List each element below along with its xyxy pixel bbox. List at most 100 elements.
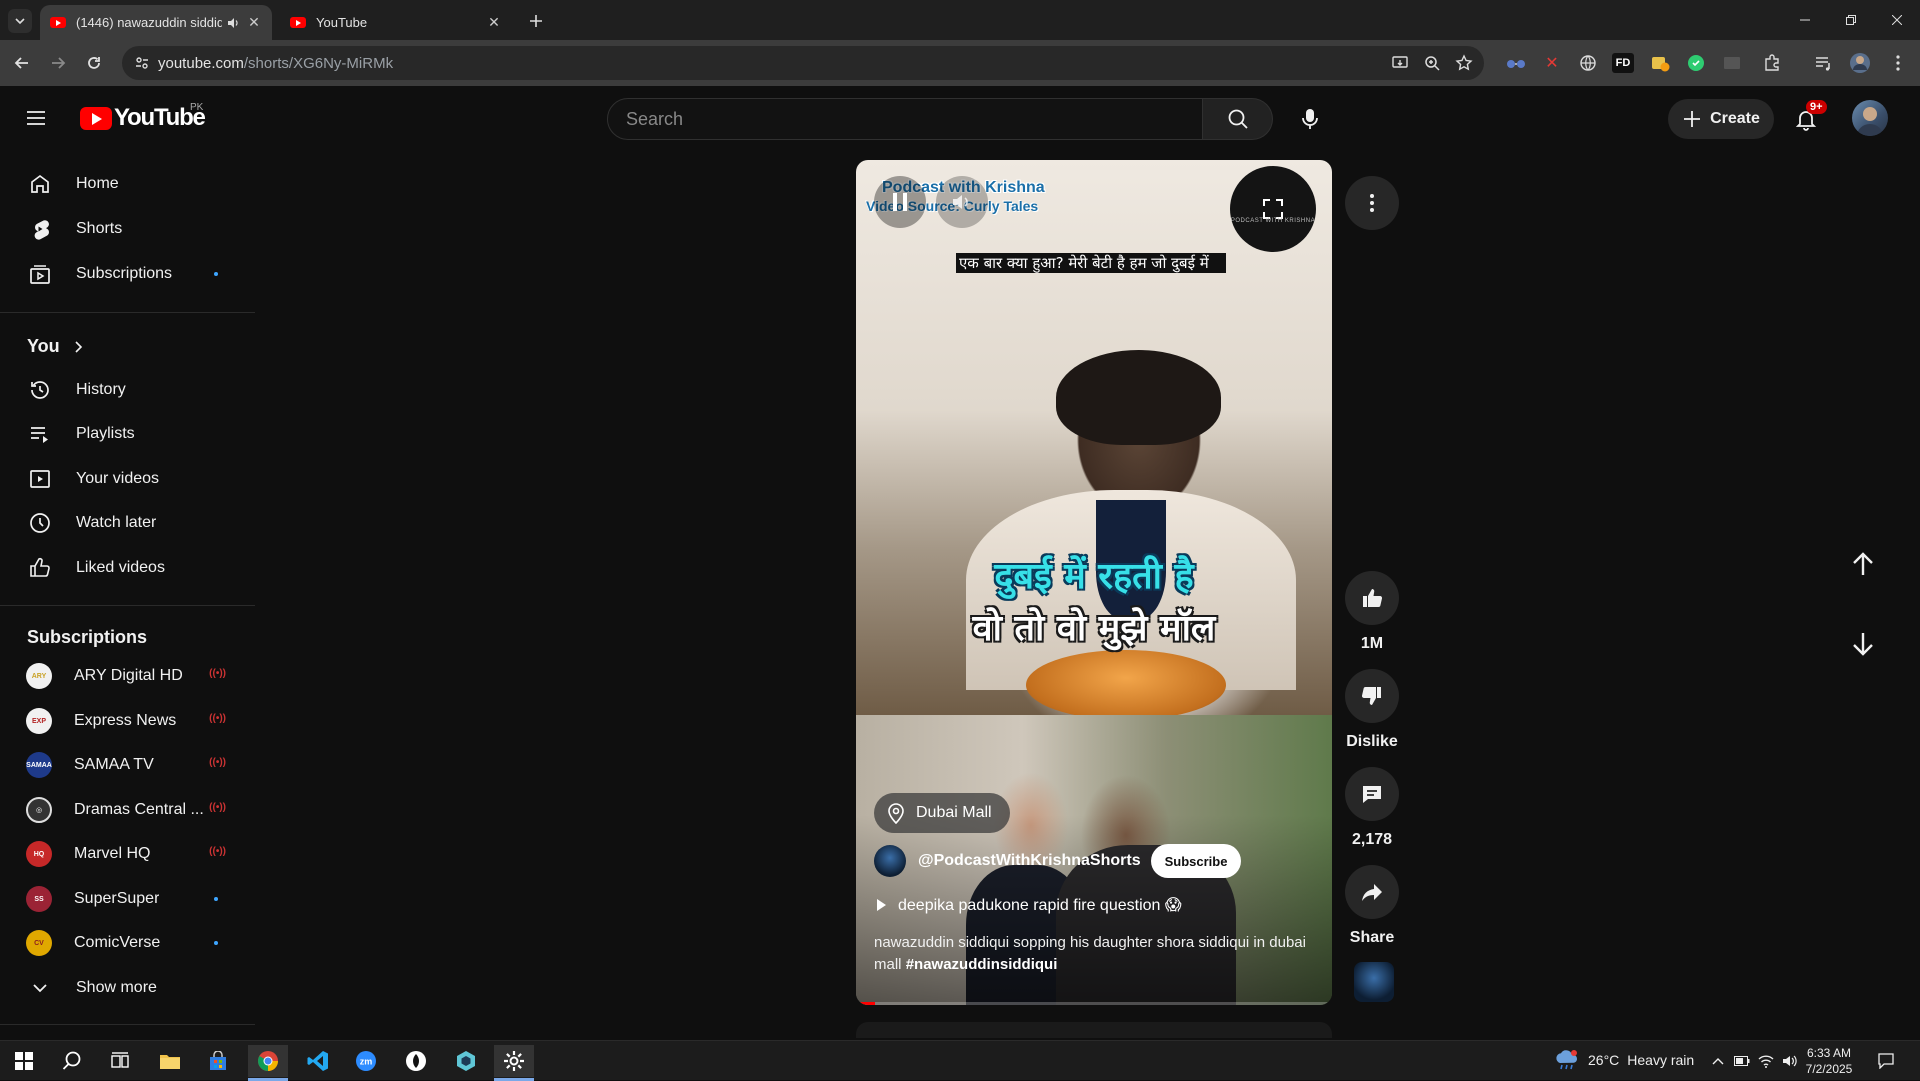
wifi-icon[interactable] [1756,1051,1776,1071]
tab-search-button[interactable] [8,9,32,33]
gear-icon [504,1051,524,1071]
shorts-player[interactable]: Podcast with Krishna Video Source: Curly… [856,160,1332,1005]
browser-tab-active[interactable]: (1446) nawazuddin siddiqui ✕ [40,5,272,40]
start-button[interactable] [4,1045,44,1077]
account-avatar[interactable] [1852,100,1888,136]
sidebar-item-subscriptions[interactable]: Subscriptions [12,254,240,294]
comments-button[interactable] [1345,767,1399,821]
channel-avatar[interactable] [874,845,906,877]
reload-button[interactable] [80,49,108,77]
browser-tab[interactable]: YouTube ✕ [280,5,512,40]
guide-menu-icon[interactable] [24,106,48,130]
speaker-icon[interactable] [226,16,240,30]
share-button[interactable] [1345,865,1399,919]
zoom-taskbar-button[interactable]: zm [346,1045,386,1077]
voice-search-button[interactable] [1290,99,1330,139]
dev-tool-taskbar-button[interactable] [446,1045,486,1077]
sidebar-channel-samaa-tv[interactable]: SAMAA SAMAA TV ((•)) [12,745,240,785]
vscode-taskbar-button[interactable] [298,1045,338,1077]
new-tab-button[interactable] [524,9,548,33]
notification-center-icon[interactable] [1876,1051,1896,1071]
next-short-button[interactable] [1840,621,1886,667]
dislike-button[interactable] [1345,669,1399,723]
microsoft-store-button[interactable] [198,1045,238,1077]
task-view-icon [111,1052,129,1068]
previous-short-button[interactable] [1840,541,1886,587]
channel-handle[interactable]: @PodcastWithKrishnaShorts [918,852,1141,870]
sidebar-item-watch-later[interactable]: Watch later [12,503,240,543]
sidebar-item-history[interactable]: History [12,370,240,410]
taskbar-clock[interactable]: 6:33 AM 7/2/2025 [1798,1045,1860,1077]
channel-thumbnail[interactable] [1354,962,1394,1002]
sidebar-channel-ary-digital-hd[interactable]: ARY ARY Digital HD ((•)) [12,656,240,696]
sidebar-channel-dramas-central[interactable]: ◎ Dramas Central ... ((•)) [12,790,240,830]
extension-fd-icon[interactable]: FD [1612,53,1634,73]
extension-globe-icon[interactable] [1576,51,1600,75]
media-controls-icon[interactable] [1812,51,1836,75]
minimize-button[interactable] [1782,0,1828,40]
close-tab-icon[interactable]: ✕ [486,14,502,31]
playlists-icon [28,422,52,446]
search-box[interactable] [607,98,1203,140]
weather-widget[interactable]: 26°C Heavy rain [1554,1049,1694,1071]
volume-button[interactable] [936,176,988,228]
extension-cast-icon[interactable] [1720,51,1744,75]
fullscreen-button[interactable]: PODCAST WITH KRISHNA [1230,166,1316,252]
sidebar-channel-comicverse[interactable]: CV ComicVerse [12,923,240,963]
subscriptions-section-heading: Subscriptions [27,627,147,648]
address-bar[interactable]: youtube.com/shorts/XG6Ny-MiRMk [122,46,1484,80]
close-window-button[interactable] [1874,0,1920,40]
youtube-logo[interactable]: YouTube PK [80,102,206,131]
battery-icon[interactable] [1732,1051,1752,1071]
taskbar-search-button[interactable] [52,1045,92,1077]
sidebar-channel-supersuper[interactable]: SS SuperSuper [12,879,240,919]
sidebar-item-label: Liked videos [76,559,165,576]
speaker-volume-icon[interactable] [1780,1051,1800,1071]
extension-x-icon[interactable]: ✕ [1540,51,1564,75]
sidebar-item-liked-videos[interactable]: Liked videos [12,548,240,588]
extension-glasses-icon[interactable] [1504,51,1528,75]
back-button[interactable] [8,49,36,77]
site-info-icon[interactable] [130,51,154,75]
extension-puzzle-badge-icon[interactable] [1648,51,1672,75]
sidebar-item-playlists[interactable]: Playlists [12,414,240,454]
app-taskbar-button[interactable] [396,1045,436,1077]
search-button[interactable] [1203,98,1273,140]
settings-taskbar-button[interactable] [494,1045,534,1081]
windows-taskbar: zm 26°C Heavy rain 6:33 AM 7/2/2025 [0,1040,1920,1081]
browser-menu-icon[interactable] [1886,51,1910,75]
related-video-link[interactable]: deepika padukone rapid fire question 😱 [874,895,1182,915]
sidebar-show-more[interactable]: Show more [12,968,240,1008]
progress-bar[interactable] [856,1002,1332,1005]
hashtag-link[interactable]: #nawazuddinsiddiqui [906,956,1058,973]
close-tab-icon[interactable]: ✕ [246,14,262,31]
sidebar-channel-marvel-hq[interactable]: HQ Marvel HQ ((•)) [12,834,240,874]
profile-avatar-icon[interactable] [1848,51,1872,75]
task-view-button[interactable] [100,1045,140,1077]
zoom-icon[interactable] [1422,53,1442,73]
sidebar-item-shorts[interactable]: Shorts [12,209,240,249]
share-icon [1362,884,1382,901]
subscribe-button[interactable]: Subscribe [1150,844,1242,878]
pause-button[interactable] [874,176,926,228]
forward-button[interactable] [44,49,72,77]
sidebar-channel-express-news[interactable]: EXP Express News ((•)) [12,701,240,741]
restore-button[interactable] [1828,0,1874,40]
extensions-puzzle-icon[interactable] [1760,51,1784,75]
youtube-play-logo-icon [80,106,112,130]
bookmark-star-icon[interactable] [1454,53,1474,73]
more-actions-button[interactable] [1345,176,1399,230]
sidebar-item-home[interactable]: Home [12,164,240,204]
notifications-button[interactable]: 9+ [1786,99,1827,139]
like-button[interactable] [1345,571,1399,625]
sidebar-item-your-videos[interactable]: Your videos [12,459,240,499]
tray-chevron-up-icon[interactable] [1708,1051,1728,1071]
location-chip[interactable]: Dubai Mall [874,793,1010,833]
you-section-heading[interactable]: You [27,336,86,357]
extension-green-icon[interactable] [1684,51,1708,75]
chrome-taskbar-button[interactable] [248,1045,288,1081]
install-app-icon[interactable] [1390,53,1410,73]
search-input[interactable] [608,99,1202,139]
create-button[interactable]: Create [1668,99,1774,139]
file-explorer-button[interactable] [150,1045,190,1077]
